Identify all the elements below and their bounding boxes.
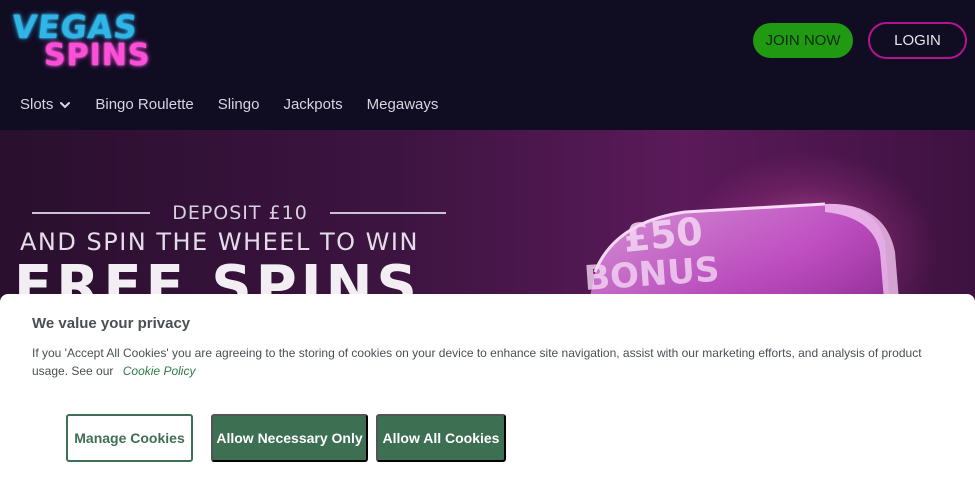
nav-item-slots[interactable]: Slots (20, 96, 71, 113)
vegas-spins-logo[interactable]: VEGAS SPINS (10, 8, 162, 76)
nav-item-label: Slingo (217, 96, 260, 113)
chevron-down-icon (60, 101, 71, 108)
divider-right (330, 212, 446, 214)
site-header: VEGAS SPINS JOIN NOW LOGIN Slots Bingo R… (0, 0, 975, 130)
nav-item-label: Slots (20, 96, 54, 113)
main-nav: Slots Bingo Roulette Slingo Jackpots Meg… (20, 96, 462, 113)
login-button[interactable]: LOGIN (868, 22, 967, 59)
banner-spin-text: AND SPIN THE WHEEL TO WIN (20, 228, 419, 256)
manage-cookies-button[interactable]: Manage Cookies (66, 414, 193, 462)
nav-item-label: Jackpots (283, 96, 343, 113)
nav-item-label: Bingo Roulette (95, 96, 194, 113)
logo-text-spins: SPINS (44, 38, 151, 73)
nav-item-megaways[interactable]: Megaways (367, 96, 439, 113)
cookie-title: We value your privacy (32, 315, 191, 332)
cookie-policy-link[interactable]: Cookie Policy (123, 364, 196, 378)
divider-left (32, 212, 150, 214)
join-now-button[interactable]: JOIN NOW (753, 23, 853, 58)
allow-all-cookies-button[interactable]: Allow All Cookies (376, 414, 506, 462)
page: VEGAS SPINS JOIN NOW LOGIN Slots Bingo R… (0, 0, 975, 482)
nav-item-bingo-roulette[interactable]: Bingo Roulette (95, 96, 193, 113)
nav-item-jackpots[interactable]: Jackpots (283, 96, 342, 113)
nav-item-slingo[interactable]: Slingo (218, 96, 260, 113)
cookie-description: If you 'Accept All Cookies' you are agre… (32, 344, 947, 380)
nav-item-label: Megaways (366, 96, 439, 113)
allow-necessary-only-button[interactable]: Allow Necessary Only (211, 414, 368, 462)
banner-deposit-text: DEPOSIT £10 (172, 202, 308, 224)
cookie-consent-dialog: We value your privacy If you 'Accept All… (0, 294, 975, 482)
